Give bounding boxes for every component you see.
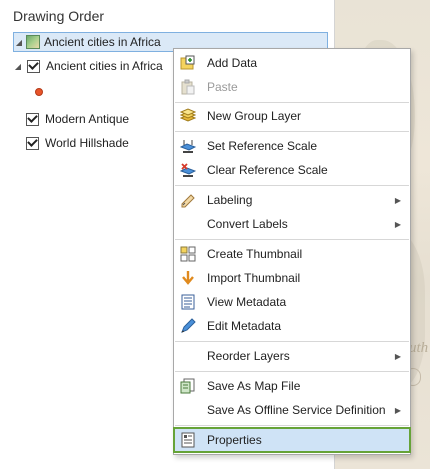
add-data-icon xyxy=(179,54,197,72)
menu-item-clear-reference-scale[interactable]: Clear Reference Scale xyxy=(175,158,409,182)
save-map-file-icon xyxy=(179,377,197,395)
menu-item-label: Set Reference Scale xyxy=(207,139,318,153)
tree-item-layer[interactable]: ◢ Ancient cities in Africa xyxy=(13,56,163,76)
point-symbol-icon[interactable] xyxy=(35,88,43,96)
layer-visibility-checkbox[interactable] xyxy=(27,59,40,73)
tree-item-layer[interactable]: Modern Antique xyxy=(26,109,129,129)
menu-separator xyxy=(175,425,409,426)
menu-item-label: New Group Layer xyxy=(207,109,302,123)
layer-visibility-checkbox[interactable] xyxy=(26,136,39,150)
menu-item-label: Create Thumbnail xyxy=(207,247,303,261)
submenu-arrow-icon: ▶ xyxy=(394,351,402,361)
menu-item-view-metadata[interactable]: View Metadata xyxy=(175,290,409,314)
menu-separator xyxy=(175,341,409,342)
menu-item-reorder-layers[interactable]: Reorder Layers ▶ xyxy=(175,344,409,368)
create-thumbnail-icon xyxy=(179,245,197,263)
menu-item-label: Edit Metadata xyxy=(207,319,282,333)
menu-item-save-as-offline-service-definition[interactable]: Save As Offline Service Definition ▶ xyxy=(175,398,409,422)
menu-separator xyxy=(175,239,409,240)
menu-item-label: Save As Map File xyxy=(207,379,301,393)
submenu-arrow-icon: ▶ xyxy=(394,219,402,229)
edit-pencil-icon xyxy=(179,317,197,335)
reorder-layers-icon xyxy=(179,347,197,365)
menu-item-labeling[interactable]: Labeling ▶ xyxy=(175,188,409,212)
layer-label: World Hillshade xyxy=(45,136,129,150)
menu-item-create-thumbnail[interactable]: Create Thumbnail xyxy=(175,242,409,266)
submenu-arrow-icon: ▶ xyxy=(394,195,402,205)
map-label-fragment: uth xyxy=(409,340,429,356)
submenu-arrow-icon: ▶ xyxy=(394,405,402,415)
collapse-icon[interactable]: ◢ xyxy=(14,38,24,47)
menu-item-paste[interactable]: Paste xyxy=(175,75,409,99)
import-arrow-icon xyxy=(179,269,197,287)
menu-item-label: View Metadata xyxy=(207,295,287,309)
layer-label: Modern Antique xyxy=(45,112,130,126)
menu-separator xyxy=(175,185,409,186)
layer-label: Ancient cities in Africa xyxy=(46,59,163,73)
save-offline-icon xyxy=(179,401,197,419)
menu-item-set-reference-scale[interactable]: Set Reference Scale xyxy=(175,134,409,158)
menu-item-label: Convert Labels xyxy=(207,217,288,231)
menu-item-save-as-map-file[interactable]: Save As Map File xyxy=(175,374,409,398)
properties-icon xyxy=(179,431,197,449)
menu-item-new-group-layer[interactable]: New Group Layer xyxy=(175,104,409,128)
context-menu: Add Data Paste New Group Layer Set Refer… xyxy=(173,48,411,455)
menu-item-convert-labels[interactable]: Convert Labels ▶ xyxy=(175,212,409,236)
map-icon xyxy=(26,35,40,49)
menu-item-label: Properties xyxy=(207,433,262,447)
menu-item-label: Clear Reference Scale xyxy=(207,163,328,177)
pane-title: Drawing Order xyxy=(13,8,105,24)
menu-item-import-thumbnail[interactable]: Import Thumbnail xyxy=(175,266,409,290)
view-metadata-icon xyxy=(179,293,197,311)
clear-reference-scale-icon xyxy=(179,161,197,179)
menu-separator xyxy=(175,371,409,372)
set-reference-scale-icon xyxy=(179,137,197,155)
convert-labels-icon xyxy=(179,215,197,233)
menu-separator xyxy=(175,131,409,132)
menu-separator xyxy=(175,102,409,103)
menu-item-label: Paste xyxy=(207,80,238,94)
menu-item-label: Import Thumbnail xyxy=(207,271,301,285)
layer-visibility-checkbox[interactable] xyxy=(26,112,39,126)
paste-icon xyxy=(179,78,197,96)
labeling-icon xyxy=(179,191,197,209)
menu-item-label: Labeling xyxy=(207,193,253,207)
tree-item-layer[interactable]: World Hillshade xyxy=(26,133,129,153)
menu-item-edit-metadata[interactable]: Edit Metadata xyxy=(175,314,409,338)
map-name: Ancient cities in Africa xyxy=(44,35,161,49)
group-layer-icon xyxy=(179,107,197,125)
menu-item-add-data[interactable]: Add Data xyxy=(175,51,409,75)
menu-item-label: Reorder Layers xyxy=(207,349,290,363)
menu-item-properties[interactable]: Properties xyxy=(173,427,411,453)
menu-item-label: Add Data xyxy=(207,56,258,70)
menu-item-label: Save As Offline Service Definition xyxy=(207,403,386,417)
collapse-icon[interactable]: ◢ xyxy=(13,62,23,71)
